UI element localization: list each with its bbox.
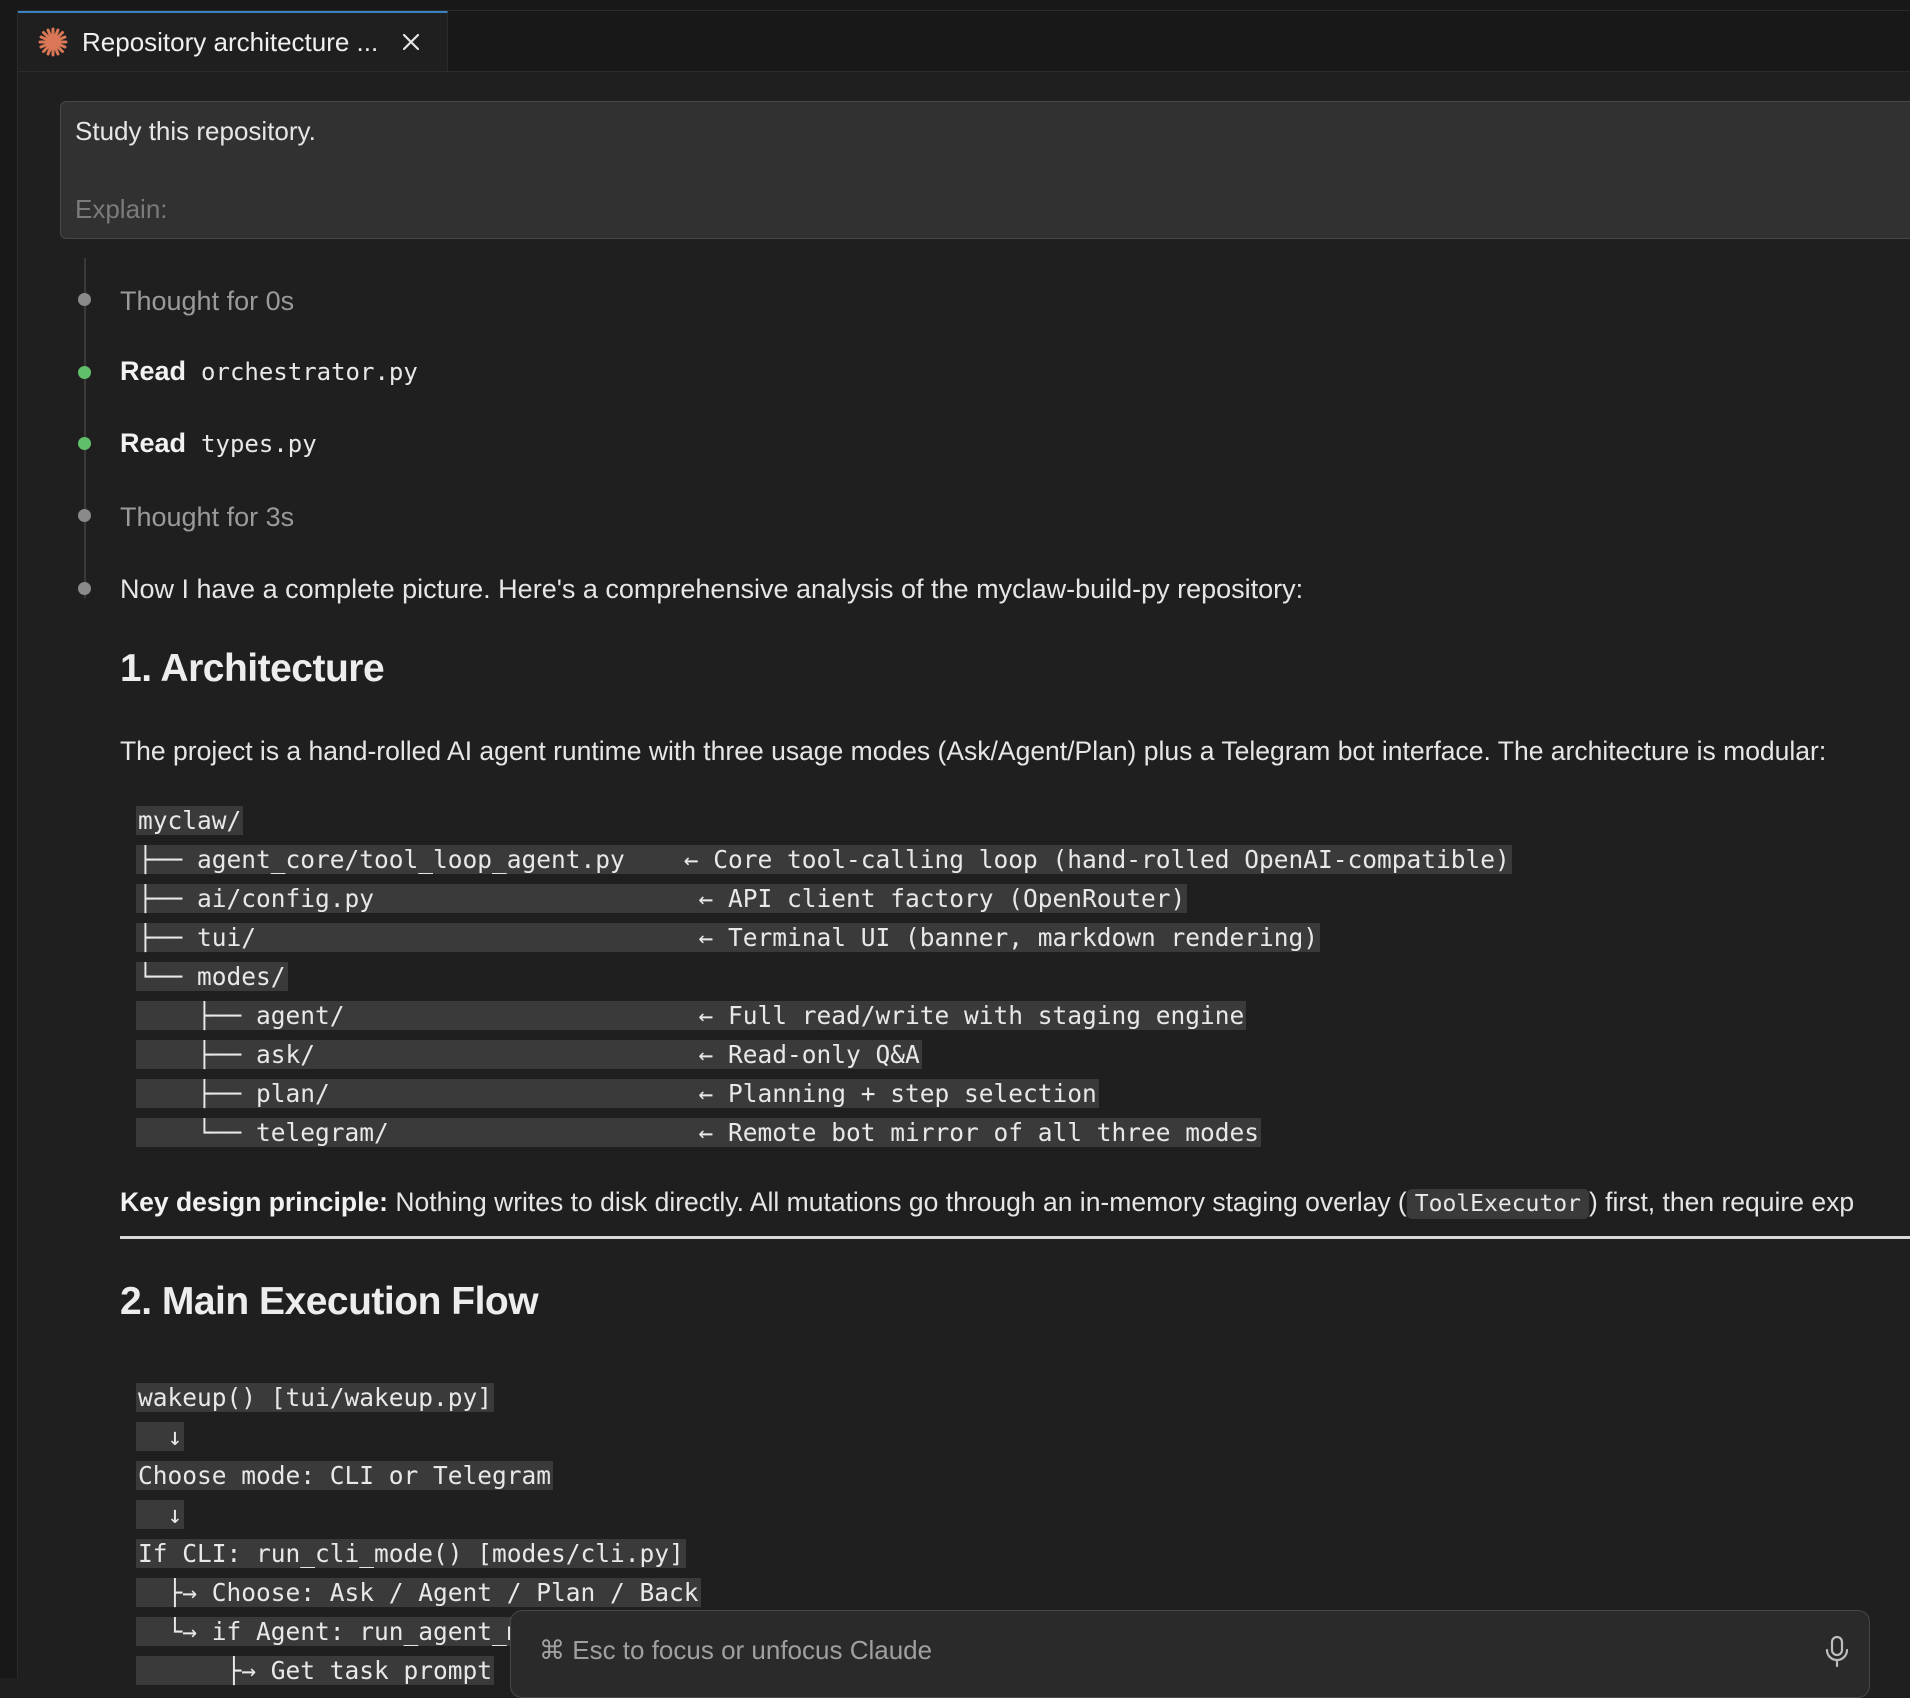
code-line: ├── plan/ ← Planning + step selection (136, 1079, 1099, 1108)
tab-strip: Repository architecture ... (18, 11, 1910, 72)
timeline-dot (78, 293, 91, 306)
read-verb: Read (120, 356, 187, 386)
code-line: ├→ Get task prompt (136, 1656, 495, 1685)
key-text-after: ) first, then require exp (1588, 1187, 1855, 1217)
code-line: ├── ai/config.py ← API client factory (O… (136, 884, 1188, 913)
thought-label: Thought for 0s (120, 286, 295, 316)
user-prompt-message: Study this repository. Explain: (60, 101, 1910, 239)
key-label: Key design principle: (120, 1187, 389, 1217)
timeline-dot (78, 366, 91, 379)
section-heading-architecture: 1. Architecture (120, 647, 385, 690)
microphone-icon[interactable] (1823, 1635, 1851, 1669)
timeline-dot (78, 509, 91, 522)
message-text: Now I have a complete picture. Here's a … (120, 574, 1304, 604)
architecture-intro: The project is a hand-rolled AI agent ru… (120, 736, 1827, 766)
window-top-bar (0, 0, 1910, 11)
code-line: wakeup() [tui/wakeup.py] (136, 1383, 495, 1412)
code-line: ↓ (136, 1500, 185, 1529)
code-line: ├── tui/ ← Terminal UI (banner, markdown… (136, 923, 1321, 952)
code-line: ├── ask/ ← Read-only Q&A (136, 1040, 922, 1069)
tab-repository-architecture[interactable]: Repository architecture ... (18, 11, 448, 71)
code-line: If CLI: run_cli_mode() [modes/cli.py] (136, 1539, 686, 1568)
code-line: ├── agent_core/tool_loop_agent.py ← Core… (136, 845, 1512, 874)
prompt-line-1: Study this repository. (75, 116, 316, 146)
file-name[interactable]: types.py (201, 430, 317, 458)
code-line: ↓ (136, 1422, 185, 1451)
architecture-tree-code-block: myclaw/ ├── agent_core/tool_loop_agent.p… (136, 801, 1512, 1152)
code-line: └── telegram/ ← Remote bot mirror of all… (136, 1118, 1262, 1147)
code-line: Choose mode: CLI or Telegram (136, 1461, 554, 1490)
code-line: ├→ Choose: Ask / Agent / Plan / Back (136, 1578, 701, 1607)
code-line: myclaw/ (136, 806, 244, 835)
section-divider (120, 1236, 1910, 1239)
tab-title: Repository architecture ... (82, 26, 379, 57)
activity-gutter (0, 10, 18, 1678)
timeline-connector (84, 258, 86, 598)
read-verb: Read (120, 428, 187, 458)
code-line: ├── agent/ ← Full read/write with stagin… (136, 1001, 1247, 1030)
key-text-before: Nothing writes to disk directly. All mut… (388, 1187, 1407, 1217)
timeline-dot (78, 437, 91, 450)
section-heading-execution-flow: 2. Main Execution Flow (120, 1280, 539, 1323)
key-design-principle: Key design principle: Nothing writes to … (120, 1187, 1855, 1219)
inline-code: ToolExecutor (1406, 1189, 1589, 1219)
claude-sparkle-icon (36, 25, 70, 59)
prompt-line-2: Explain: (75, 194, 168, 224)
close-icon[interactable] (396, 27, 426, 57)
claude-chat-input[interactable]: ⌘ Esc to focus or unfocus Claude (510, 1610, 1870, 1698)
thought-label: Thought for 3s (120, 502, 295, 532)
chat-input-placeholder: ⌘ Esc to focus or unfocus Claude (539, 1635, 933, 1665)
file-name[interactable]: orchestrator.py (201, 358, 418, 386)
timeline-dot (78, 582, 91, 595)
code-line: └── modes/ (136, 962, 288, 991)
code-line: └→ if Agent: run_agent_mo (136, 1617, 539, 1646)
